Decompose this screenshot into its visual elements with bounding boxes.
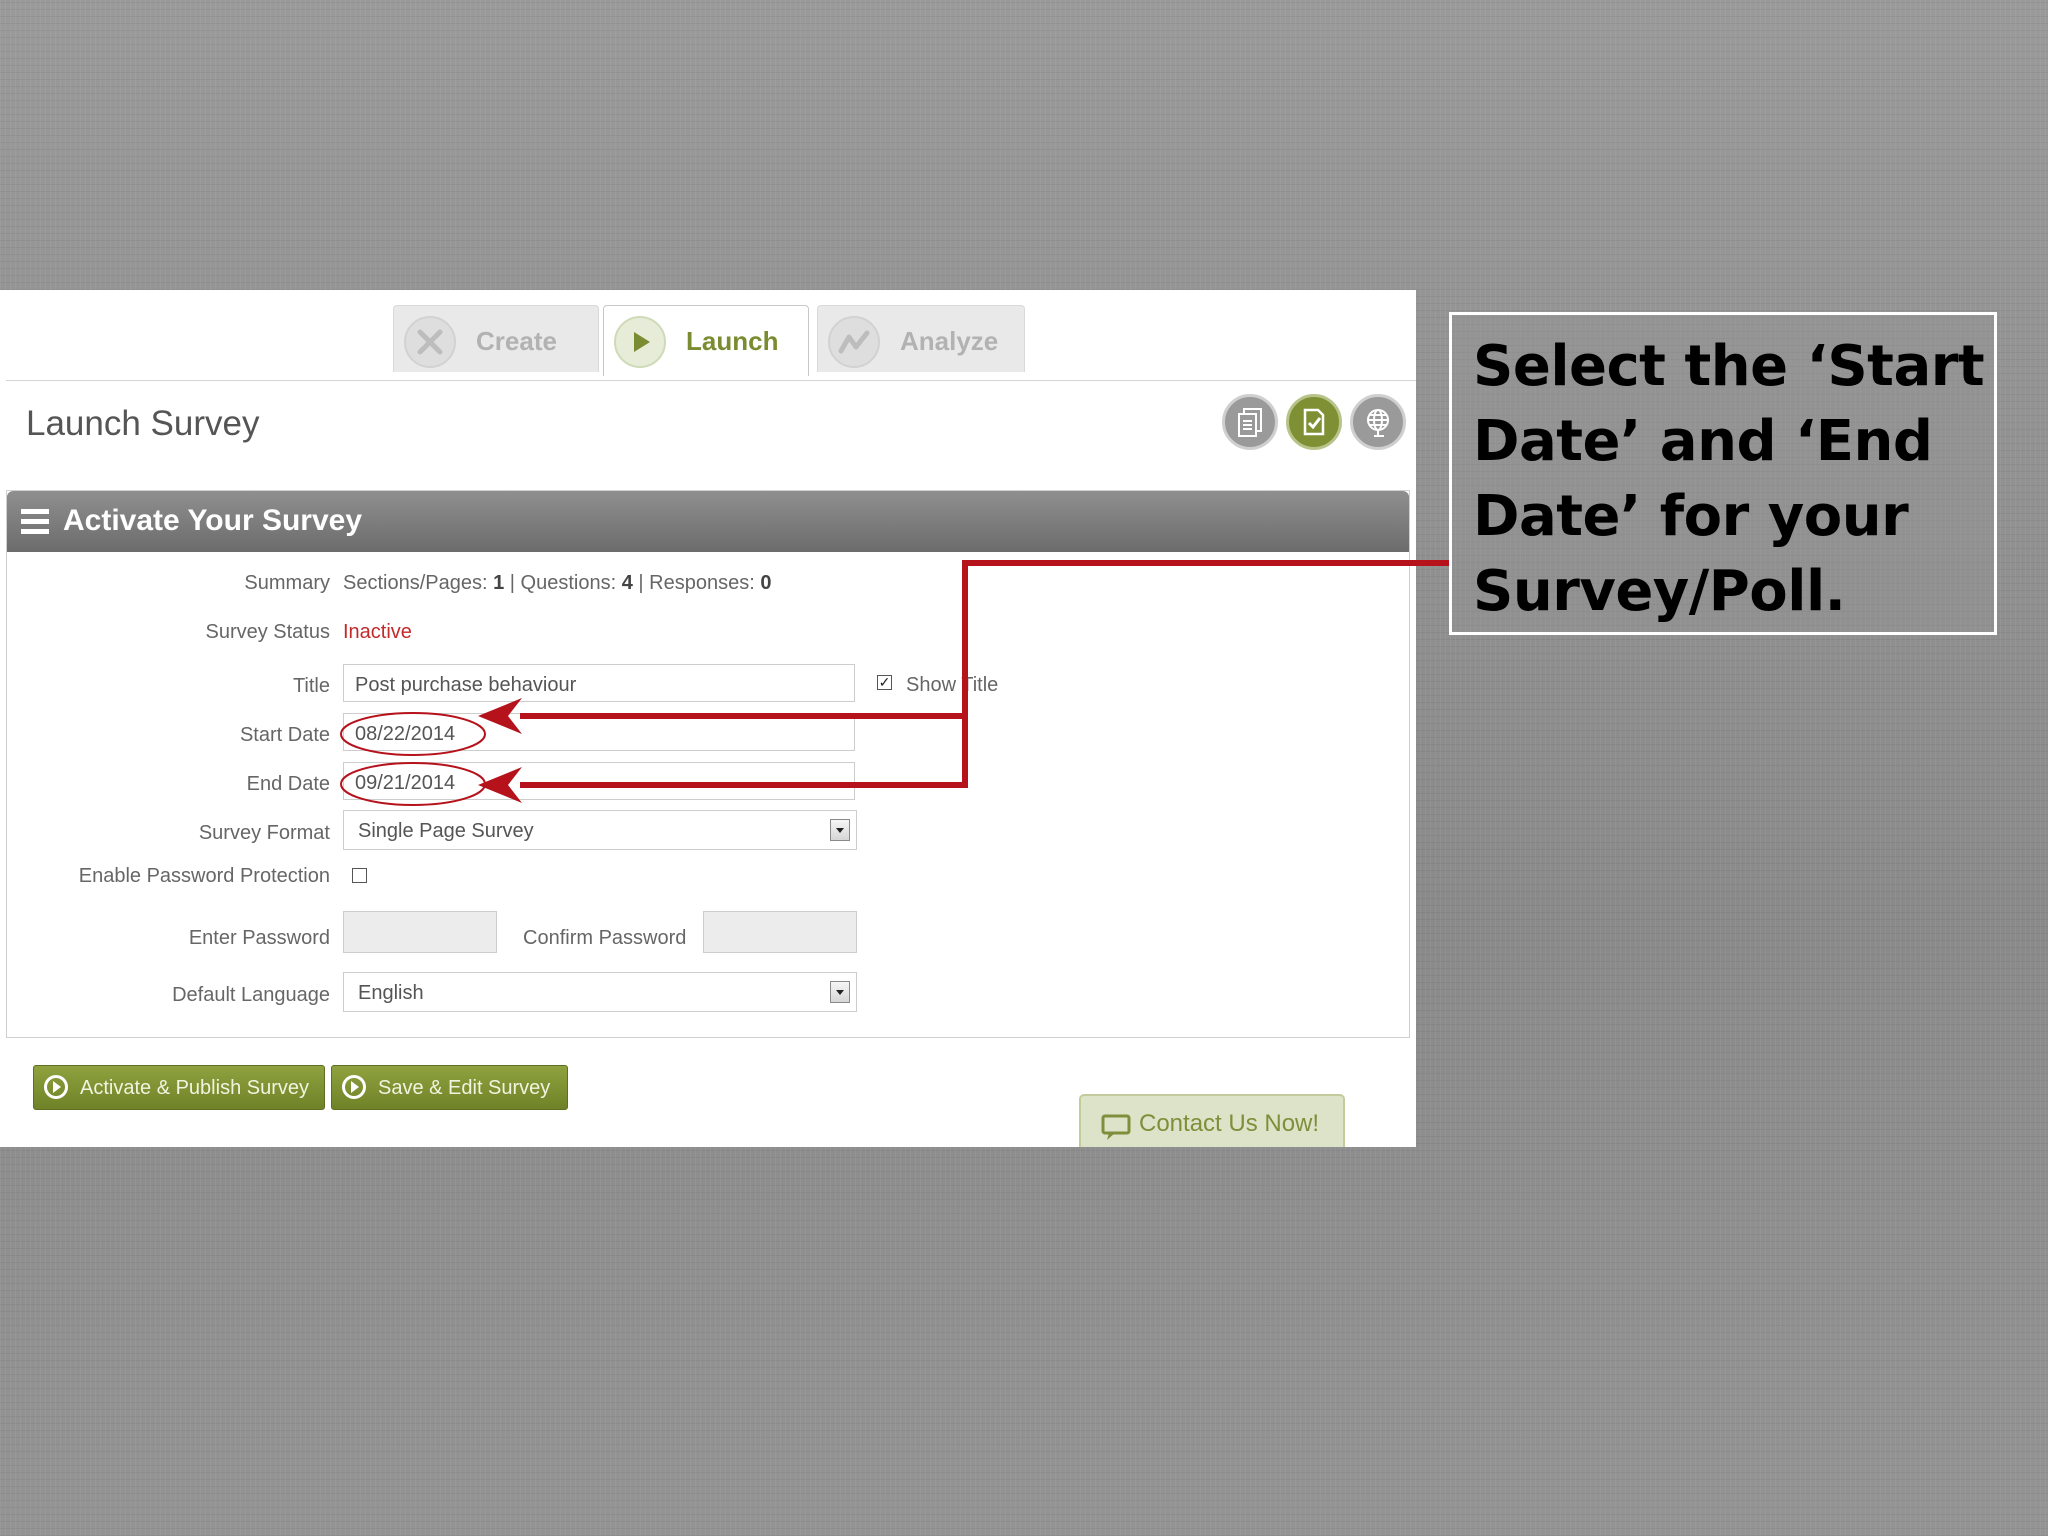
panel-title: Activate Your Survey <box>63 504 363 537</box>
page-title: Launch Survey <box>26 404 260 443</box>
activate-publish-button[interactable]: Activate & Publish Survey <box>33 1065 325 1110</box>
default-language-value: English <box>358 982 424 1004</box>
play-circle-icon <box>342 1075 366 1099</box>
check-document-icon[interactable] <box>1286 394 1342 450</box>
tab-launch[interactable]: Launch <box>603 305 809 376</box>
show-title-checkbox[interactable]: ✓ <box>877 675 892 690</box>
end-date-label: End Date <box>246 773 330 795</box>
tools-icon <box>404 316 456 368</box>
tab-divider <box>6 380 1416 381</box>
activate-survey-panel: Activate Your Survey Summary Sections/Pa… <box>6 490 1410 1038</box>
panel-header: Activate Your Survey <box>7 491 1409 552</box>
tab-label: Create <box>476 326 557 356</box>
status-badge: Inactive <box>343 621 412 643</box>
survey-format-label: Survey Format <box>198 822 330 844</box>
tab-create[interactable]: Create <box>393 305 599 372</box>
survey-format-value: Single Page Survey <box>358 820 534 842</box>
start-date-input[interactable]: 08/22/2014 <box>343 713 855 751</box>
survey-status-label: Survey Status <box>205 621 330 643</box>
play-circle-icon <box>44 1075 68 1099</box>
start-date-label: Start Date <box>239 724 330 746</box>
summary-value: Sections/Pages: 1 | Questions: 4 | Respo… <box>343 572 772 594</box>
instruction-callout: Select the ‘Start Date’ and ‘End Date’ f… <box>1449 312 1997 635</box>
default-language-select[interactable]: English <box>343 972 857 1012</box>
end-date-input[interactable]: 09/21/2014 <box>343 762 855 800</box>
globe-icon[interactable] <box>1350 394 1406 450</box>
enter-password-input[interactable] <box>343 911 497 953</box>
copy-document-icon[interactable] <box>1222 394 1278 450</box>
default-language-label: Default Language <box>172 984 330 1006</box>
survey-format-select[interactable]: Single Page Survey <box>343 810 857 850</box>
show-title-label: Show Title <box>906 674 999 696</box>
tab-label: Analyze <box>900 326 999 356</box>
enter-password-label: Enter Password <box>188 927 330 949</box>
chevron-down-icon[interactable] <box>830 981 850 1003</box>
chevron-down-icon[interactable] <box>830 819 850 841</box>
contact-us-button[interactable]: Contact Us Now! <box>1079 1094 1345 1147</box>
tab-analyze[interactable]: Analyze <box>817 305 1025 372</box>
menu-icon <box>21 509 49 534</box>
survey-app-screenshot: Create Launch Analyze Launch Survey Acti… <box>0 290 1416 1147</box>
password-protection-checkbox[interactable] <box>352 868 367 883</box>
save-edit-button[interactable]: Save & Edit Survey <box>331 1065 568 1110</box>
summary-label: Summary <box>244 572 330 594</box>
trend-icon <box>828 316 880 368</box>
confirm-password-label: Confirm Password <box>523 927 687 949</box>
tab-label: Launch <box>686 326 779 356</box>
chat-bubble-icon <box>1101 1114 1131 1140</box>
callout-text: Select the ‘Start Date’ and ‘End Date’ f… <box>1473 334 1985 624</box>
title-label: Title <box>292 675 330 697</box>
confirm-password-input[interactable] <box>703 911 857 953</box>
play-icon <box>614 316 666 368</box>
password-protection-label: Enable Password Protection <box>78 865 330 887</box>
title-input[interactable]: Post purchase behaviour <box>343 664 855 702</box>
